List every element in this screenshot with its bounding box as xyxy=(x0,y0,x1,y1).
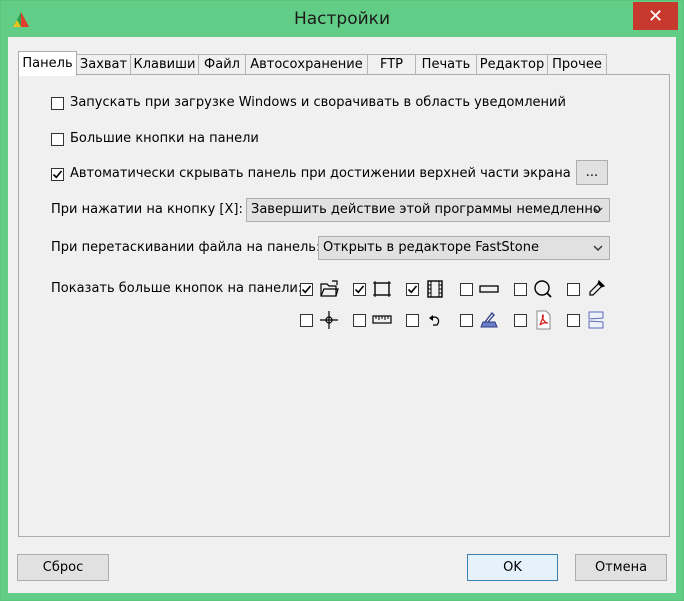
extra-buttons-label: Показать больше кнопок на панели: xyxy=(51,281,303,296)
video-film-icon xyxy=(427,280,443,298)
extra-window-checkbox[interactable] xyxy=(353,283,366,296)
large-buttons-label: Большие кнопки на панели xyxy=(70,131,259,146)
dialog-body: Панель Захват Клавиши Файл Автосохранени… xyxy=(8,37,676,593)
open-folder-icon xyxy=(320,280,339,297)
magnifier-icon xyxy=(534,280,552,298)
tab-editor[interactable]: Редактор xyxy=(476,54,548,75)
ok-button[interactable]: OK xyxy=(467,554,558,581)
extra-picker-checkbox[interactable] xyxy=(567,283,580,296)
startup-checkbox[interactable] xyxy=(51,97,64,110)
checkmark-icon xyxy=(354,285,365,294)
capture-window-icon xyxy=(373,281,391,297)
tab-panel[interactable]: Панель xyxy=(18,51,77,76)
extra-video-checkbox[interactable] xyxy=(406,283,419,296)
settings-window: Настройки ✕ Панель Захват Клавиши Файл А… xyxy=(0,0,684,601)
window-title: Настройки xyxy=(293,9,390,29)
extra-split-checkbox[interactable] xyxy=(567,314,580,327)
tab-print[interactable]: Печать xyxy=(415,54,477,75)
checkmark-icon xyxy=(52,170,63,179)
close-action-label: При нажатии на кнопку [X]: xyxy=(51,202,243,217)
rectangle-icon xyxy=(479,285,499,293)
tab-autosave[interactable]: Автосохранение xyxy=(245,54,368,75)
reset-button[interactable]: Сброс xyxy=(17,554,109,581)
color-picker-icon xyxy=(589,279,606,296)
extra-open-checkbox[interactable] xyxy=(300,283,313,296)
undo-arrow-icon xyxy=(429,315,440,326)
title-bar[interactable]: Настройки ✕ xyxy=(1,1,683,37)
chevron-down-icon xyxy=(593,207,603,213)
autohide-label: Автоматически скрывать панель при достиж… xyxy=(70,166,571,181)
tab-ftp[interactable]: FTP xyxy=(367,54,416,75)
extra-crosshair-checkbox[interactable] xyxy=(300,314,313,327)
autohide-checkbox[interactable] xyxy=(51,168,64,181)
scanner-icon xyxy=(480,312,498,328)
chevron-down-icon xyxy=(593,245,603,251)
extra-pdf-checkbox[interactable] xyxy=(514,314,527,327)
close-icon: ✕ xyxy=(647,5,664,27)
tab-capture[interactable]: Захват xyxy=(76,54,131,75)
ruler-icon xyxy=(372,315,392,324)
tab-other[interactable]: Прочее xyxy=(547,54,607,75)
drag-action-value: Открыть в редакторе FastStone xyxy=(323,240,539,255)
tab-file[interactable]: Файл xyxy=(198,54,246,75)
close-action-dropdown[interactable]: Завершить действие этой программы немедл… xyxy=(246,198,610,222)
extra-rect-checkbox[interactable] xyxy=(460,283,473,296)
startup-label: Запускать при загрузке Windows и сворачи… xyxy=(70,95,566,110)
extra-scanner-checkbox[interactable] xyxy=(460,314,473,327)
close-button[interactable]: ✕ xyxy=(633,2,678,30)
tab-hotkeys[interactable]: Клавиши xyxy=(130,54,199,75)
cancel-button[interactable]: Отмена xyxy=(575,554,667,581)
autohide-settings-button[interactable]: ... xyxy=(576,160,608,185)
split-page-icon xyxy=(588,311,604,329)
drag-action-label: При перетаскивании файла на панель: xyxy=(51,240,321,255)
extra-ruler-checkbox[interactable] xyxy=(353,314,366,327)
drag-action-dropdown[interactable]: Открыть в редакторе FastStone xyxy=(318,236,610,260)
crosshair-icon xyxy=(320,311,338,329)
checkmark-icon xyxy=(407,285,418,294)
checkmark-icon xyxy=(301,285,312,294)
close-action-value: Завершить действие этой программы немедл… xyxy=(251,202,601,217)
extra-undo-checkbox[interactable] xyxy=(406,314,419,327)
extra-zoom-checkbox[interactable] xyxy=(514,283,527,296)
large-buttons-checkbox[interactable] xyxy=(51,133,64,146)
pdf-icon xyxy=(536,310,551,330)
panel-settings: Запускать при загрузке Windows и сворачи… xyxy=(18,74,670,537)
